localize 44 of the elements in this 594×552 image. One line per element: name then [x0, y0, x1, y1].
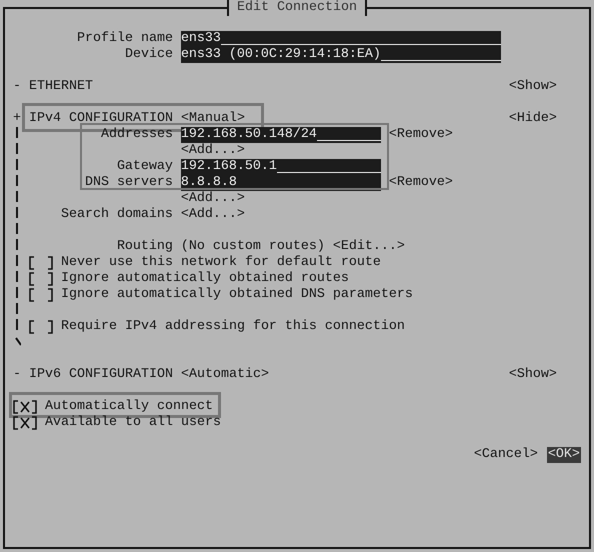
toggle-link[interactable]: <Show>: [508, 367, 557, 383]
section-title: IPv4 CONFIGURATION: [29, 111, 174, 126]
checkbox-label: Ignore automatically obtained routes: [60, 271, 349, 287]
add-link[interactable]: <Add...>: [180, 207, 245, 223]
section-marker: -: [13, 367, 21, 383]
add-link[interactable]: <Add...>: [180, 191, 245, 207]
input-field[interactable]: ens33: [180, 31, 501, 47]
checkbox[interactable]: [13, 416, 37, 430]
section-marker: -: [13, 79, 21, 95]
field-label: DNS servers: [84, 175, 173, 191]
input-field[interactable]: ens33 (00:0C:29:14:18:EA): [180, 47, 501, 63]
checkbox[interactable]: [28, 320, 53, 334]
mode-link[interactable]: <Automatic>: [180, 367, 269, 383]
routing-value: (No custom routes): [180, 239, 325, 255]
checkbox[interactable]: [28, 272, 53, 286]
mode-link[interactable]: <Manual>: [180, 111, 245, 126]
input-field[interactable]: 192.168.50.1: [180, 159, 381, 175]
add-link[interactable]: <Add...>: [180, 143, 245, 159]
checkbox-label: Require IPv4 addressing for this connection: [60, 319, 405, 335]
checkbox[interactable]: [13, 400, 37, 414]
field-label: Device: [124, 47, 173, 63]
field-label: Addresses: [100, 127, 173, 143]
checkbox-label: Ignore automatically obtained DNS parameters: [60, 287, 413, 303]
dialog-button[interactable]: <OK>: [546, 447, 581, 463]
field-label: Profile name: [76, 31, 173, 47]
checkbox-label: Automatically connect: [45, 399, 213, 415]
toggle-link[interactable]: <Show>: [508, 79, 557, 95]
checkbox[interactable]: [28, 256, 53, 270]
remove-link[interactable]: <Remove>: [388, 127, 453, 143]
toggle-link[interactable]: <Hide>: [508, 111, 557, 127]
field-label: Routing: [116, 239, 173, 255]
section-title: ETHERNET: [29, 79, 93, 95]
checkbox-label: Never use this network for default route: [60, 255, 381, 271]
input-field[interactable]: 192.168.50.148/24: [180, 127, 381, 143]
edit-link[interactable]: <Edit...>: [332, 239, 405, 255]
window-title: Edit Connection: [227, 0, 367, 16]
field-label: Gateway: [116, 159, 173, 175]
checkbox-label: Available to all users: [45, 415, 221, 431]
dialog-button[interactable]: <Cancel>: [472, 447, 539, 463]
field-label: Search domains: [60, 207, 173, 223]
checkbox[interactable]: [28, 288, 53, 302]
section-title: IPv6 CONFIGURATION: [29, 367, 174, 383]
section-marker: +: [13, 111, 21, 127]
remove-link[interactable]: <Remove>: [388, 175, 453, 191]
